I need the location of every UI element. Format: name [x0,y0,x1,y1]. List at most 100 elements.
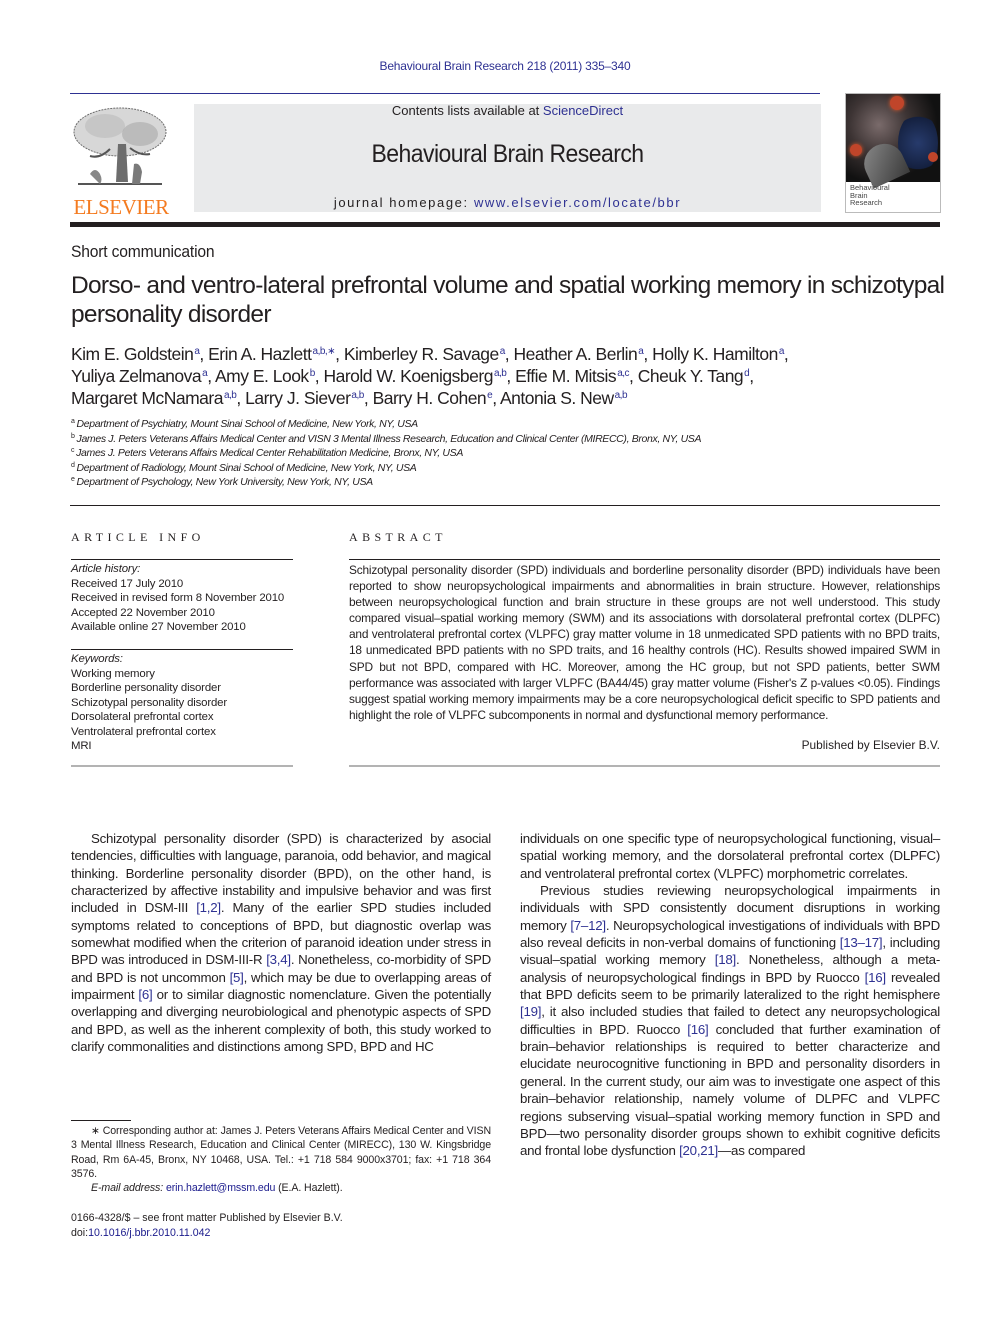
article-title: Dorso- and ventro-lateral prefrontal vol… [71,272,945,328]
author-affiliation-mark[interactable]: a,b [351,390,364,401]
author-name: Barry H. Cohen [372,388,487,408]
citation-link[interactable]: [19] [520,1004,541,1019]
author-name: Effie M. Mitsis [515,366,617,386]
author[interactable]: Antonia S. Newa,b [500,388,628,408]
author-affiliation-mark[interactable]: a,b [494,368,507,379]
doi-link[interactable]: 10.1016/j.bbr.2010.11.042 [88,1227,210,1239]
history-item: Available online 27 November 2010 [71,621,246,633]
author[interactable]: Harold W. Koenigsberga,b [323,366,506,386]
author-separator: , [629,366,638,386]
author-separator: , [335,344,344,364]
keyword-item: Ventrolateral prefrontal cortex [71,725,216,738]
author[interactable]: Cheuk Y. Tangd [637,366,750,386]
keywords-label: Keywords: [71,653,123,665]
body-text: —as compared [718,1143,806,1159]
citation-link[interactable]: [16] [865,970,886,985]
affiliation-key: e [71,476,75,483]
author-separator: , [207,366,215,386]
author[interactable]: Kim E. Goldsteina [71,344,200,364]
citation-link[interactable]: [16] [687,1022,708,1037]
author-separator: , [749,366,754,386]
corresponding-author-text: ∗ Corresponding author at: James J. Pete… [71,1125,491,1180]
abstract-heading: ABSTRACT [349,530,447,544]
elsevier-logo[interactable]: ELSEVIER [70,104,172,219]
affiliation-item: b James J. Peters Veterans Affairs Medica… [71,432,941,447]
author-separator: , [506,366,516,386]
author[interactable]: Yuliya Zelmanovaa [71,366,208,386]
info-rule [71,559,293,560]
cover-neuron [928,152,938,162]
body-text: concluded that further examination of br… [520,1021,940,1159]
email-link[interactable]: erin.hazlett@mssm.edu [166,1182,275,1194]
author-affiliation-mark[interactable]: a,b,∗ [313,346,336,357]
author-name: Amy E. Look [214,366,309,386]
journal-citation[interactable]: Behavioural Brain Research 218 (2011) 33… [0,59,992,73]
abstract-rule [349,559,940,560]
citation-link[interactable]: [1,2] [196,900,221,915]
affiliation-text: Department of Radiology, Mount Sinai Sch… [76,461,417,474]
sciencedirect-link[interactable]: ScienceDirect [543,103,623,118]
affiliation-key: a [71,418,75,425]
issn-block: 0166-4328/$ – see front matter Published… [71,1211,343,1241]
author-list: Kim E. Goldsteina, Erin A. Hazletta,b,∗,… [71,343,951,409]
doi-line: doi:10.1016/j.bbr.2010.11.042 [71,1226,343,1241]
author-name: Yuliya Zelmanova [71,366,202,386]
author[interactable]: Barry H. Cohene [373,388,493,408]
affiliation-item: a Department of Psychiatry, Mount Sinai S… [71,417,941,432]
author-affiliation-mark[interactable]: a,c [617,368,629,379]
affiliation-list: a Department of Psychiatry, Mount Sinai S… [71,417,941,490]
affiliation-item: e Department of Psychology, New York Univ… [71,475,941,490]
author-affiliation-mark[interactable]: a,b [224,390,237,401]
affiliation-text: James J. Peters Veterans Affairs Medical… [76,432,702,445]
body-column-right: individuals on one specific type of neur… [520,830,940,1160]
author-affiliation-mark[interactable]: a,b [615,390,628,401]
journal-cover-image[interactable]: Behavioural Brain Research [845,93,941,213]
author-separator: , [504,344,514,364]
author[interactable]: Larry J. Sievera,b [245,388,364,408]
author-name: Margaret McNamara [71,388,223,408]
homepage-link[interactable]: www.elsevier.com/locate/bbr [474,195,681,210]
author-name: Harold W. Koenigsberg [323,366,493,386]
article-info-heading: ARTICLE INFO [71,530,205,544]
history-item: Received 17 July 2010 [71,577,184,590]
body-paragraph: individuals on one specific type of neur… [520,830,940,882]
author[interactable]: Kimberley R. Savagea [344,344,505,364]
affiliation-key: c [71,447,75,454]
keyword-item: Borderline personality disorder [71,682,221,694]
author[interactable]: Erin A. Hazletta,b,∗ [208,344,335,364]
corresponding-author-footnote: ∗ Corresponding author at: James J. Pete… [71,1124,491,1195]
author-name: Cheuk Y. Tang [637,366,744,386]
citation-link[interactable]: [20,21] [679,1143,718,1158]
footnote-rule [71,1120,131,1121]
citation-link[interactable]: [6] [138,987,152,1002]
keywords: Keywords: Working memory Borderline pers… [71,652,301,754]
elsevier-wordmark: ELSEVIER [73,195,169,219]
citation-link[interactable]: [13–17] [840,935,883,950]
abstract-text: Schizotypal personality disorder (SPD) i… [349,563,940,722]
author[interactable]: Effie M. Mitsisa,c [515,366,629,386]
author-name: Heather A. Berlin [513,344,638,364]
author[interactable]: Margaret McNamaraa,b [71,388,237,408]
body-paragraph: Previous studies reviewing neuropsycholo… [520,882,940,1160]
history-item: Received in revised form 8 November 2010 [71,592,285,604]
citation-link[interactable]: [3,4] [266,952,291,967]
email-label: E-mail address: [91,1182,166,1195]
author[interactable]: Amy E. Lookb [215,366,315,386]
citation-link[interactable]: [5] [230,970,244,985]
email-suffix: (E.A. Hazlett). [275,1182,343,1195]
history-item: Accepted 22 November 2010 [71,606,215,619]
author[interactable]: Holly K. Hamiltona [652,344,784,364]
cover-title: Behavioural Brain Research [850,184,890,207]
author-name: Kim E. Goldstein [71,344,194,364]
info-rule [71,649,293,650]
body-column-left: Schizotypal personality disorder (SPD) i… [71,830,491,1055]
citation-link[interactable]: [7–12] [570,918,606,933]
author[interactable]: Heather A. Berlina [514,344,644,364]
author-name: Erin A. Hazlett [208,344,312,364]
body-text: individuals on one specific type of neur… [520,831,940,881]
section-rule [70,505,940,506]
keyword-item: MRI [71,740,92,752]
affiliation-key: d [71,461,75,469]
citation-link[interactable]: [18] [715,952,736,967]
contents-prefix: Contents lists available at [391,103,543,118]
